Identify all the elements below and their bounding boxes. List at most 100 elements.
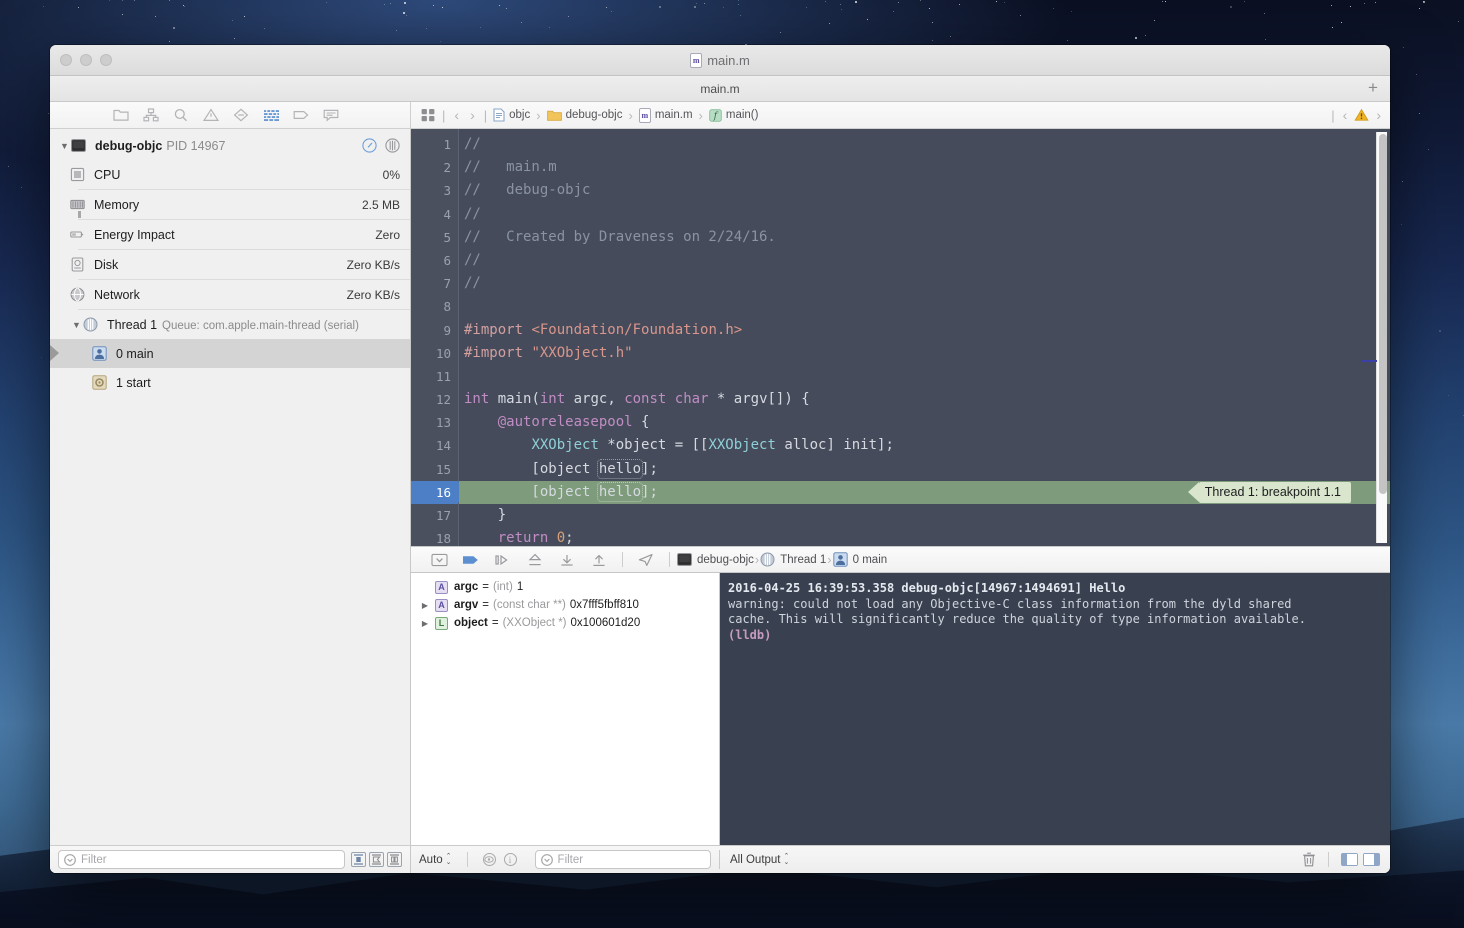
code-area[interactable]: //// main.m// debug-objc//// Created by … — [459, 129, 1390, 546]
code-token: return — [498, 530, 549, 546]
line-number-8[interactable]: 8 — [411, 295, 458, 318]
location-icon[interactable] — [630, 549, 662, 571]
gauge-row-energy[interactable]: Energy Impact Zero — [50, 220, 410, 249]
continue-icon[interactable] — [455, 549, 487, 571]
disclosure-triangle-icon[interactable]: ▶ — [419, 601, 431, 610]
variable-equals: = — [482, 581, 489, 593]
search-navigator-icon[interactable] — [166, 104, 196, 126]
scroll-marker — [1361, 360, 1377, 362]
stack-frame-1-start[interactable]: 1 start — [50, 368, 410, 397]
line-number-17[interactable]: 17 — [411, 504, 458, 527]
line-number-18[interactable]: 18 — [411, 527, 458, 546]
breadcrumb-file[interactable]: m main.m — [639, 108, 693, 123]
disclosure-triangle-icon[interactable]: ▶ — [419, 619, 431, 628]
variable-row-argv[interactable]: ▶Aargv=(const char **)0x7fff5fbff810 — [411, 596, 719, 614]
line-number-14[interactable]: 14 — [411, 434, 458, 457]
test-navigator-icon[interactable] — [226, 104, 256, 126]
disclosure-triangle-icon[interactable]: ▼ — [58, 141, 71, 151]
line-number-11[interactable]: 11 — [411, 365, 458, 388]
gauge-row-cpu[interactable]: CPU 0% — [50, 160, 410, 189]
gauge-row-memory[interactable]: Memory 2.5 MB — [50, 190, 410, 219]
line-number-12[interactable]: 12 — [411, 388, 458, 411]
breakpoint-navigator-icon[interactable] — [286, 104, 316, 126]
close-button[interactable] — [60, 54, 72, 66]
line-number-7[interactable]: 7 — [411, 272, 458, 295]
zoom-button[interactable] — [100, 54, 112, 66]
watch-expression-icon[interactable] — [483, 853, 496, 866]
gauge-row-network[interactable]: Network Zero KB/s — [50, 280, 410, 309]
code-token — [464, 437, 531, 453]
minimize-button[interactable] — [80, 54, 92, 66]
variable-scope-popup[interactable]: Auto ⌃⌄ — [419, 854, 452, 866]
debug-breadcrumb-process[interactable]: debug-objc — [677, 553, 754, 566]
variable-row-argc[interactable]: Aargc=(int)1 — [411, 578, 719, 596]
scrollbar-thumb[interactable] — [1379, 134, 1387, 494]
step-out-alt-icon[interactable] — [583, 549, 615, 571]
jump-bar: | ‹ › | objc › debug-objc › m main.m — [411, 102, 1390, 128]
line-number-gutter[interactable]: 123456789101112131415161718 — [411, 129, 459, 546]
breadcrumb-function[interactable]: f main() — [709, 109, 759, 122]
window-controls[interactable] — [50, 54, 112, 66]
show-console-pane-button[interactable] — [1363, 853, 1380, 866]
step-over-icon[interactable] — [487, 549, 519, 571]
tab-main-m[interactable]: main.m — [50, 82, 1390, 96]
report-navigator-icon[interactable] — [316, 104, 346, 126]
previous-issue-button[interactable]: ‹ — [1340, 107, 1351, 123]
step-out-icon[interactable] — [551, 549, 583, 571]
debug-navigator-icon[interactable] — [256, 104, 286, 126]
line-number-13[interactable]: 13 — [411, 411, 458, 434]
warning-triangle-icon[interactable] — [1354, 108, 1369, 122]
step-into-icon[interactable] — [519, 549, 551, 571]
info-icon[interactable]: i — [504, 853, 517, 866]
gauge-value-cpu: 0% — [383, 168, 400, 182]
line-number-1[interactable]: 1 — [411, 133, 458, 156]
next-issue-button[interactable]: › — [1373, 107, 1384, 123]
show-all-frames-icon[interactable] — [387, 852, 402, 867]
source-control-navigator-icon[interactable] — [136, 104, 166, 126]
line-number-5[interactable]: 5 — [411, 226, 458, 249]
gauge-row-disk[interactable]: Disk Zero KB/s — [50, 250, 410, 279]
navigator-filter-input[interactable]: Filter — [58, 850, 345, 869]
breadcrumb-folder[interactable]: debug-objc — [547, 109, 623, 122]
project-navigator-icon[interactable] — [106, 104, 136, 126]
show-only-running-blocks-icon[interactable] — [351, 852, 366, 867]
line-number-15[interactable]: 15 — [411, 458, 458, 481]
trash-icon[interactable] — [1302, 852, 1316, 867]
variables-filter-input[interactable]: Filter — [535, 850, 711, 869]
line-number-10[interactable]: 10 — [411, 342, 458, 365]
filter-icon — [541, 854, 553, 866]
variables-view[interactable]: Aargc=(int)1▶Aargv=(const char **)0x7fff… — [411, 573, 720, 845]
debug-sep-2: › — [827, 552, 831, 567]
code-token: ]; — [641, 461, 658, 477]
threads-icon[interactable] — [385, 138, 400, 153]
line-number-4[interactable]: 4 — [411, 203, 458, 226]
editor-vertical-scrollbar[interactable] — [1376, 132, 1387, 543]
line-number-6[interactable]: 6 — [411, 249, 458, 272]
panel-toggle-icon[interactable] — [423, 549, 455, 571]
source-editor[interactable]: 123456789101112131415161718 //// main.m/… — [411, 129, 1390, 546]
new-tab-button[interactable]: + — [1364, 79, 1382, 97]
gauge-icon[interactable] — [362, 138, 377, 153]
issue-navigator-icon[interactable] — [196, 104, 226, 126]
process-row[interactable]: ▼ debug-objcPID 14967 — [50, 131, 410, 160]
line-number-16[interactable]: 16 — [411, 481, 458, 504]
navigate-back-button[interactable]: ‹ — [451, 107, 462, 123]
show-variables-pane-button[interactable] — [1341, 853, 1358, 866]
thread-row[interactable]: ▼ Thread 1Queue: com.apple.main-thread (… — [50, 310, 410, 339]
disclosure-triangle-icon[interactable]: ▼ — [70, 320, 83, 330]
console-scope-popup[interactable]: All Output ⌃⌄ — [730, 854, 789, 866]
show-all-threads-icon[interactable] — [369, 852, 384, 867]
debug-breadcrumb-frame[interactable]: 0 main — [833, 552, 888, 567]
folder-icon — [547, 109, 562, 122]
line-number-9[interactable]: 9 — [411, 319, 458, 342]
debug-breadcrumb-thread[interactable]: Thread 1 — [760, 552, 826, 567]
line-number-2[interactable]: 2 — [411, 156, 458, 179]
breadcrumb-project[interactable]: objc — [493, 108, 530, 122]
variable-row-object[interactable]: ▶Lobject=(XXObject *)0x100601d20 — [411, 614, 719, 632]
editor-options-icon[interactable] — [421, 108, 436, 122]
console-output[interactable]: 2016-04-25 16:39:53.358 debug-objc[14967… — [720, 573, 1390, 845]
stack-frame-0-main[interactable]: 0 main — [50, 339, 410, 368]
line-number-3[interactable]: 3 — [411, 179, 458, 202]
filter-icon — [64, 854, 76, 866]
navigate-forward-button[interactable]: › — [467, 107, 478, 123]
